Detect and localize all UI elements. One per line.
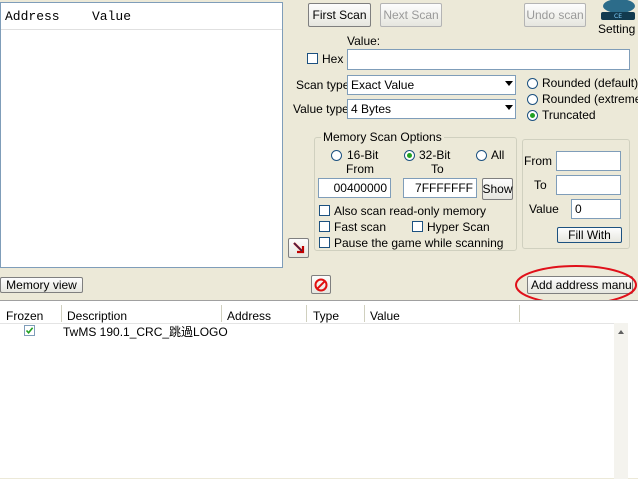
address-list-header: Address Value <box>1 3 282 30</box>
clear-list-button[interactable] <box>311 275 331 294</box>
fill-from-input[interactable] <box>556 151 621 171</box>
add-to-list-arrow-button[interactable] <box>288 238 309 258</box>
memory-scan-options-title: Memory Scan Options <box>321 130 444 144</box>
table-row[interactable]: TwMS 190.1_CRC_跳過LOGO <box>0 323 620 339</box>
cheat-engine-logo-icon: CE <box>601 0 635 20</box>
column-divider[interactable] <box>364 305 365 322</box>
scan-type-label: Scan type <box>296 78 350 92</box>
rounded-extreme-radio[interactable] <box>527 94 538 105</box>
fast-scan-label: Fast scan <box>334 220 387 234</box>
value-column-header[interactable]: Value <box>92 9 131 24</box>
fill-value-input[interactable]: 0 <box>571 199 621 219</box>
undo-scan-button[interactable]: Undo scan <box>524 3 586 27</box>
truncated-label: Truncated <box>542 108 596 122</box>
column-divider[interactable] <box>61 305 62 322</box>
truncated-radio[interactable] <box>527 110 538 121</box>
next-scan-button[interactable]: Next Scan <box>380 3 442 27</box>
bits-all-label: All <box>491 148 505 162</box>
fill-value-label: Value <box>529 202 559 216</box>
fill-with-button[interactable]: Fill With <box>557 227 622 243</box>
range-from-input[interactable]: 00400000 <box>318 178 391 198</box>
column-divider[interactable] <box>519 305 520 322</box>
hyper-scan-label: Hyper Scan <box>427 220 490 234</box>
range-to-input[interactable]: 7FFFFFFF <box>403 178 477 198</box>
cheat-table-scrollbar[interactable] <box>614 323 628 479</box>
chevron-down-icon <box>505 105 513 110</box>
bits-16-radio[interactable] <box>331 150 342 161</box>
no-entry-icon <box>314 278 328 291</box>
column-divider[interactable] <box>221 305 222 322</box>
fill-from-label: From <box>524 154 552 168</box>
scan-type-select[interactable]: Exact Value <box>347 75 516 95</box>
rounded-default-radio[interactable] <box>527 78 538 89</box>
fill-to-input[interactable] <box>556 175 621 195</box>
settings-button[interactable]: CE Setting <box>596 0 638 38</box>
pause-game-checkbox[interactable] <box>319 237 330 248</box>
address-column-header[interactable]: Address <box>227 309 271 323</box>
address-column-header[interactable]: Address <box>5 9 60 24</box>
scroll-up-arrow-icon[interactable] <box>614 325 628 339</box>
fill-to-label: To <box>534 178 547 192</box>
value-type-selected: 4 Bytes <box>351 102 392 116</box>
also-scan-readonly-checkbox[interactable] <box>319 205 330 216</box>
chevron-down-icon <box>505 81 513 86</box>
first-scan-button[interactable]: First Scan <box>308 3 371 27</box>
svg-text:CE: CE <box>614 13 622 20</box>
type-column-header[interactable]: Type <box>313 309 339 323</box>
value-label: Value: <box>347 34 381 48</box>
bits-16-label: 16-Bit <box>347 148 379 162</box>
address-list[interactable]: Address Value <box>0 2 283 268</box>
value-column-header[interactable]: Value <box>370 309 400 323</box>
column-divider[interactable] <box>306 305 307 322</box>
cheat-table[interactable]: Frozen Description Address Type Value Tw… <box>0 300 638 479</box>
rounded-extreme-label: Rounded (extreme) <box>542 92 638 106</box>
pause-game-label: Pause the game while scanning <box>334 236 504 250</box>
bits-32-label: 32-Bit <box>419 148 451 162</box>
description-column-header[interactable]: Description <box>67 309 127 323</box>
show-button[interactable]: Show <box>482 178 513 200</box>
range-to-label: To <box>431 162 444 176</box>
rounded-default-label: Rounded (default) <box>542 76 638 90</box>
bits-all-radio[interactable] <box>476 150 487 161</box>
checkmark-icon <box>25 327 34 335</box>
memory-view-button[interactable]: Memory view <box>0 277 83 293</box>
scan-type-selected: Exact Value <box>351 78 415 92</box>
value-type-label: Value type <box>293 102 349 116</box>
scan-value-input[interactable] <box>347 49 630 70</box>
frozen-column-header[interactable]: Frozen <box>6 309 43 323</box>
fast-scan-checkbox[interactable] <box>319 221 330 232</box>
row-description: TwMS 190.1_CRC_跳過LOGO <box>63 325 228 339</box>
arrow-down-right-icon <box>292 242 304 254</box>
range-from-label: From <box>346 162 374 176</box>
value-type-select[interactable]: 4 Bytes <box>347 99 516 119</box>
hex-checkbox[interactable] <box>307 53 318 64</box>
bits-32-radio[interactable] <box>404 150 415 161</box>
frozen-checkbox[interactable] <box>24 325 35 336</box>
also-scan-readonly-label: Also scan read-only memory <box>334 204 487 218</box>
hex-label: Hex <box>322 52 344 66</box>
settings-label: Setting <box>598 22 636 36</box>
hyper-scan-checkbox[interactable] <box>412 221 423 232</box>
cheat-table-header: Frozen Description Address Type Value <box>0 305 620 324</box>
